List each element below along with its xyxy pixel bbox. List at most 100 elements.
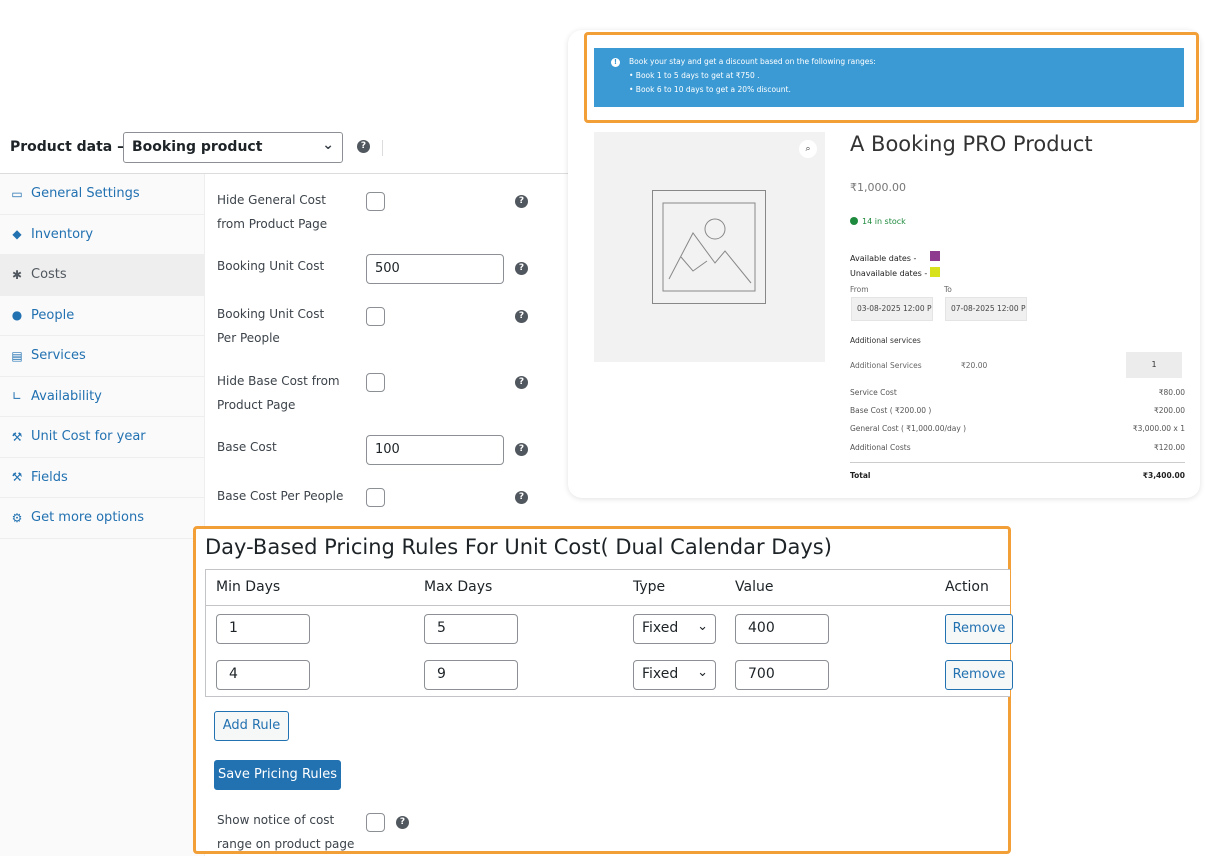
hide-base-cost-checkbox[interactable] (366, 373, 385, 392)
chevron-down-icon: ⌄ (697, 619, 708, 634)
column-header-min-days: Min Days (216, 579, 281, 595)
additional-services-label: Additional Services (850, 361, 922, 370)
base-cost-per-people-checkbox[interactable] (366, 488, 385, 507)
product-price: ₹1,000.00 (850, 181, 906, 194)
additional-services-qty[interactable]: 1 (1126, 352, 1182, 378)
total-label: Total (850, 471, 871, 480)
tab-services[interactable]: ▤ Services (0, 336, 204, 377)
show-notice-checkbox[interactable] (366, 813, 385, 832)
window-icon: ▭ (11, 186, 23, 201)
tab-label: Fields (31, 469, 68, 485)
zoom-icon[interactable]: ⌕ (799, 140, 817, 158)
costs-panel: Hide General Cost from Product Page ? Bo… (205, 174, 575, 524)
tag-icon: ◆ (12, 227, 22, 242)
tab-availability[interactable]: ∟ Availability (0, 377, 204, 417)
column-header-action: Action (945, 579, 989, 595)
tab-label: Get more options (31, 510, 144, 526)
type-select[interactable]: Fixed ⌄ (633, 614, 716, 644)
help-icon[interactable]: ? (515, 443, 528, 456)
value-input[interactable]: 400 (735, 614, 829, 644)
tab-label: Availability (31, 388, 102, 404)
tab-fields[interactable]: ⚒ Fields (0, 458, 204, 498)
hide-general-cost-checkbox[interactable] (366, 192, 385, 211)
cost-value: ₹200.00 (1153, 406, 1185, 415)
gear-icon: ✱ (11, 267, 23, 282)
chart-icon: ∟ (11, 389, 23, 404)
tab-inventory[interactable]: ◆ Inventory (0, 215, 204, 255)
product-type-select[interactable]: Booking product ⌄ (123, 132, 343, 163)
cost-value: ₹120.00 (1153, 443, 1185, 452)
max-days-input[interactable]: 9 (424, 660, 518, 690)
booking-unit-cost-input[interactable]: 500 (366, 254, 504, 284)
min-days-input[interactable]: 1 (216, 614, 310, 644)
help-icon[interactable]: ? (396, 816, 409, 829)
notice-highlight-frame (584, 32, 1199, 123)
remove-rule-button[interactable]: Remove (945, 614, 1013, 644)
wrench-icon: ⚒ (11, 470, 23, 485)
tab-label: Costs (31, 267, 67, 283)
type-value: Fixed (642, 666, 679, 682)
to-date-input[interactable]: 07-08-2025 12:00 PM (945, 297, 1027, 321)
help-icon[interactable]: ? (515, 376, 528, 389)
from-date-input[interactable]: 03-08-2025 12:00 PM (851, 297, 933, 321)
tab-label: Inventory (31, 226, 94, 242)
stock-status: 14 in stock (850, 217, 906, 226)
chevron-down-icon: ⌄ (697, 665, 708, 680)
to-label: To (944, 285, 952, 294)
divider (382, 140, 383, 156)
tab-unit-cost-for-year[interactable]: ⚒ Unit Cost for year (0, 417, 204, 458)
tab-get-more-options[interactable]: ⚙ Get more options (0, 498, 204, 539)
product-data-header: Product data — Booking product ⌄ ? (0, 128, 575, 174)
tab-general-settings[interactable]: ▭ General Settings (0, 174, 204, 215)
tab-people[interactable]: ● People (0, 296, 204, 336)
type-value: Fixed (642, 620, 679, 636)
available-color-swatch (930, 251, 940, 261)
hide-base-cost-label: Hide Base Cost from Product Page (217, 374, 340, 412)
admin-tools-icon: ⚙ (11, 510, 23, 525)
min-days-input[interactable]: 4 (216, 660, 310, 690)
total-row: Total ₹3,400.00 (850, 471, 1185, 480)
stock-text: 14 in stock (862, 217, 906, 226)
cost-label: Service Cost (850, 388, 897, 397)
cost-value: ₹3,000.00 x 1 (1132, 424, 1185, 433)
booking-unit-cost-per-people-checkbox[interactable] (366, 307, 385, 326)
add-rule-button[interactable]: Add Rule (214, 711, 289, 741)
booking-unit-cost-per-people-label: Booking Unit Cost Per People (217, 307, 325, 345)
remove-rule-button[interactable]: Remove (945, 660, 1013, 690)
value-input[interactable]: 700 (735, 660, 829, 690)
base-cost-label: Base Cost (217, 440, 277, 454)
help-icon[interactable]: ? (515, 195, 528, 208)
booking-unit-cost-label: Booking Unit Cost (217, 259, 325, 273)
id-card-icon: ▤ (11, 348, 23, 363)
column-header-max-days: Max Days (424, 579, 493, 595)
max-days-input[interactable]: 5 (424, 614, 518, 644)
check-circle-icon (850, 217, 858, 225)
tab-costs[interactable]: ✱ Costs (0, 255, 204, 296)
person-icon: ● (11, 308, 23, 323)
tab-label: Services (31, 348, 86, 364)
table-header-row: Min Days Max Days Type Value Action (206, 570, 1010, 606)
wrench-icon: ⚒ (11, 429, 23, 444)
column-header-value: Value (735, 579, 774, 595)
cost-label: Base Cost ( ₹200.00 ) (850, 406, 932, 415)
product-data-tabs: ▭ General Settings ◆ Inventory ✱ Costs ● Peo… (0, 174, 205, 856)
save-pricing-rules-button[interactable]: Save Pricing Rules (214, 760, 341, 790)
product-data-title: Product data — (10, 139, 132, 155)
product-title: A Booking PRO Product (850, 132, 1093, 156)
help-icon[interactable]: ? (515, 491, 528, 504)
cost-row: Base Cost ( ₹200.00 ) ₹200.00 (850, 406, 1185, 415)
cost-value: ₹80.00 (1158, 388, 1185, 397)
help-icon[interactable]: ? (515, 310, 528, 323)
type-select[interactable]: Fixed ⌄ (633, 660, 716, 690)
tab-label: Unit Cost for year (31, 429, 146, 445)
cost-label: Additional Costs (850, 443, 911, 452)
help-icon[interactable]: ? (515, 262, 528, 275)
base-cost-input[interactable]: 100 (366, 435, 504, 465)
pricing-rules-table: Min Days Max Days Type Value Action 1 5 … (205, 569, 1013, 697)
from-label: From (850, 285, 869, 294)
additional-services-heading: Additional services (850, 336, 921, 345)
available-dates-label: Available dates - (850, 254, 917, 263)
help-icon[interactable]: ? (357, 140, 370, 153)
column-header-type: Type (633, 579, 666, 595)
image-placeholder-icon (652, 190, 766, 304)
